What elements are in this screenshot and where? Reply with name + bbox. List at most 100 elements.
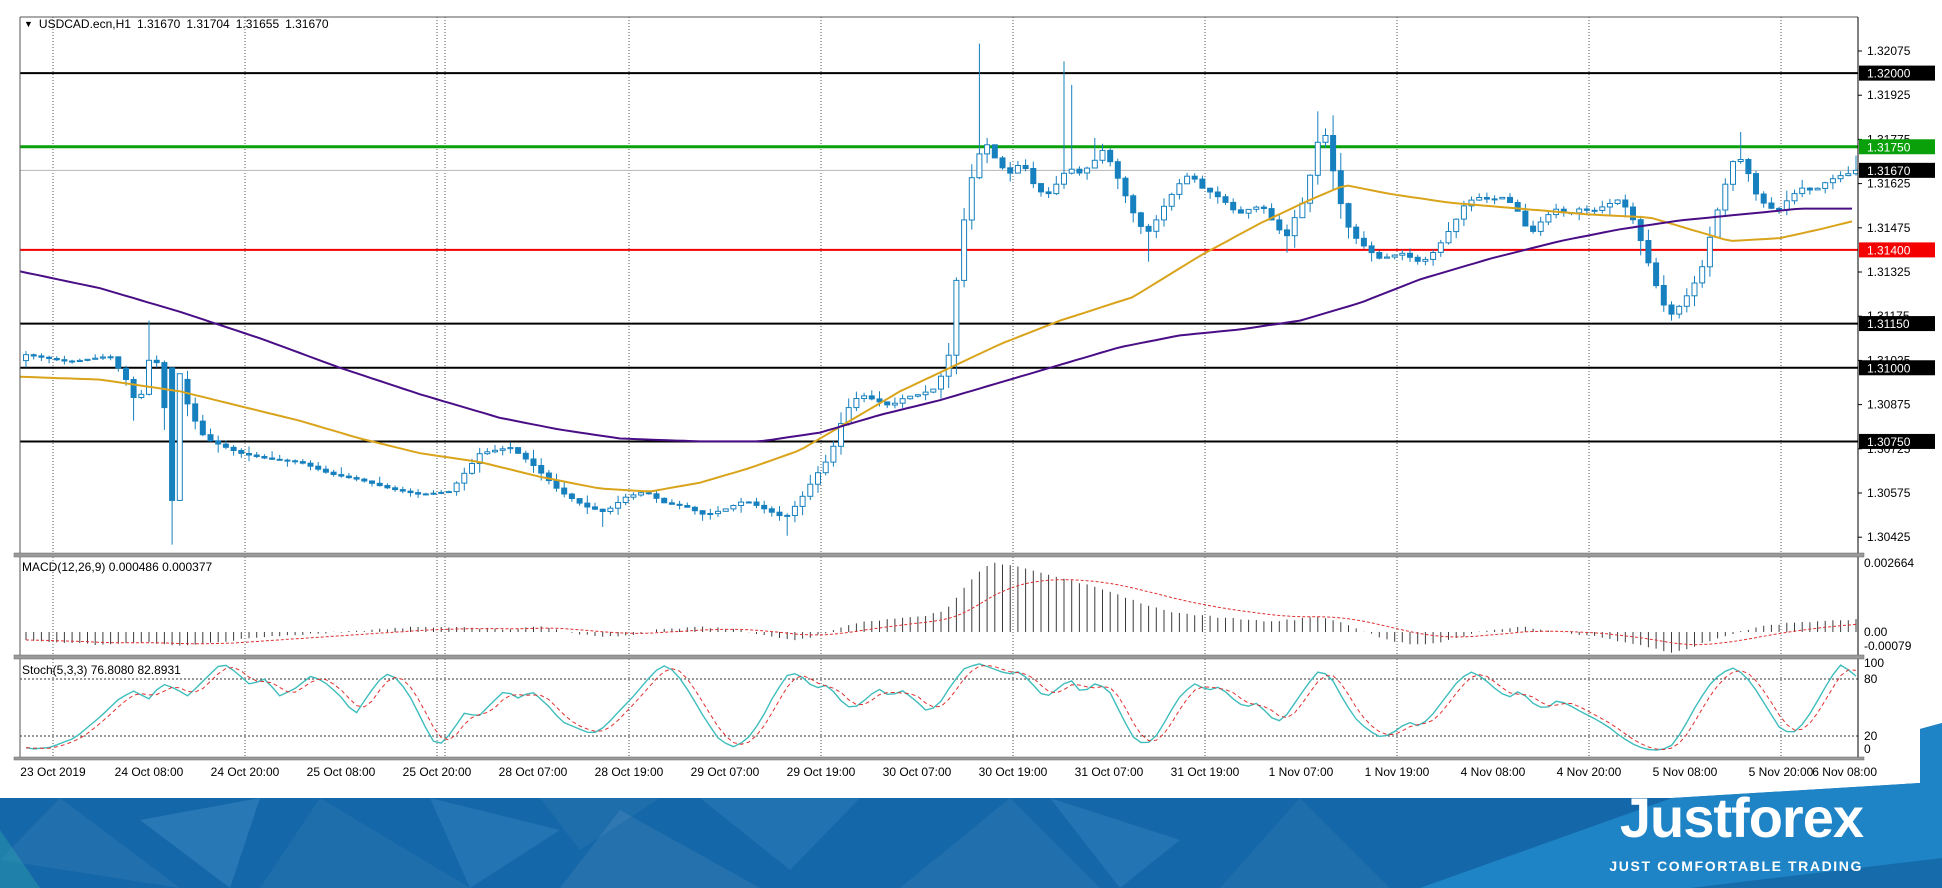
candle [261, 456, 268, 459]
candle [1499, 196, 1506, 200]
macd-indicator-label: MACD(12,26,9) 0.000486 0.000377 [22, 560, 212, 574]
candle [307, 462, 314, 467]
price-badge-label: 1.31670 [1867, 164, 1911, 178]
candle [1161, 205, 1167, 221]
candle [622, 496, 629, 504]
candle [599, 508, 606, 513]
candle [938, 375, 944, 390]
candle [776, 511, 783, 517]
candle [230, 446, 237, 451]
candle [1145, 225, 1152, 232]
candle [1814, 187, 1821, 191]
candle [107, 356, 114, 359]
candle [861, 395, 868, 399]
candle [1683, 295, 1690, 307]
candle [238, 450, 245, 454]
candle [661, 497, 668, 504]
candle [1191, 175, 1198, 180]
candle [1676, 305, 1683, 315]
candle [584, 502, 591, 508]
indicator-tick-label: -0.00079 [1864, 639, 1912, 653]
candle [930, 388, 937, 393]
candle [130, 379, 137, 398]
candle [738, 501, 745, 507]
candle [607, 507, 614, 513]
candle [1284, 229, 1290, 237]
candle [730, 505, 737, 510]
candle [1207, 187, 1214, 193]
candle [1384, 256, 1390, 259]
candle [146, 359, 152, 395]
price-chart-canvas[interactable]: 1.320751.319251.317751.316251.314751.313… [0, 0, 1942, 790]
candle [1214, 191, 1221, 198]
candle [1514, 202, 1521, 212]
candle [492, 449, 498, 453]
candle [1430, 252, 1437, 260]
indicator-tick-label: 0.00 [1864, 625, 1888, 639]
candle [322, 468, 329, 473]
candle [338, 474, 345, 477]
candle [991, 144, 998, 159]
candle [192, 403, 199, 422]
candle [138, 393, 145, 398]
candle [399, 489, 406, 492]
candle [1599, 206, 1606, 211]
candle [1322, 135, 1329, 143]
candle [1045, 191, 1052, 195]
candle [1099, 149, 1106, 161]
candle [276, 458, 283, 461]
candle [53, 358, 60, 361]
candle [1237, 209, 1244, 214]
price-tick-label: 1.30875 [1867, 398, 1911, 412]
candle [1837, 175, 1844, 180]
stoch-indicator-label: Stoch(5,3,3) 76.8080 82.8931 [22, 663, 181, 677]
candle [761, 504, 768, 510]
candle [707, 513, 714, 515]
candle [361, 478, 368, 482]
candle [1653, 262, 1660, 287]
candle [76, 359, 83, 362]
candle [984, 144, 991, 155]
candle [1630, 206, 1636, 221]
candle [715, 510, 721, 515]
candle [522, 452, 529, 460]
candle [1737, 159, 1744, 162]
candle [38, 355, 45, 358]
candle [922, 391, 929, 396]
candle [269, 457, 276, 460]
candle [592, 506, 598, 510]
candle [1822, 182, 1829, 189]
candle [1414, 256, 1421, 262]
stoch-name: Stoch(5,3,3) [22, 663, 88, 677]
brand-logo-text: Justforex [1619, 786, 1864, 849]
candle [1545, 214, 1552, 223]
candle [430, 492, 437, 495]
candle [1014, 165, 1021, 174]
candle [538, 465, 545, 474]
panel-divider[interactable] [13, 552, 1865, 558]
price-badge-label: 1.31150 [1867, 317, 1910, 331]
candle [499, 448, 506, 451]
candle [1068, 168, 1075, 174]
candle [1745, 159, 1752, 175]
candle [422, 493, 429, 496]
candle [1199, 178, 1206, 189]
candle [630, 494, 637, 498]
symbol-period-label: USDCAD.ecn,H1 [38, 17, 131, 31]
candle [1176, 183, 1183, 195]
candle [899, 398, 906, 404]
candle [568, 493, 575, 499]
candle [461, 472, 468, 484]
candle [699, 510, 706, 515]
candle [369, 480, 375, 484]
candle [1353, 226, 1360, 239]
candle [1076, 168, 1083, 174]
candle [1107, 149, 1114, 163]
candle [46, 356, 53, 360]
candle [507, 447, 514, 450]
brand-footer: Justforex JUST COMFORTABLE TRADING [0, 690, 1942, 888]
indicator-tick-label: 100 [1864, 656, 1884, 670]
trading-chart-window: 1.320751.319251.317751.316251.314751.313… [0, 0, 1942, 888]
panel-divider[interactable] [13, 654, 1865, 660]
symbol-dropdown-icon[interactable]: ▼ [24, 19, 33, 29]
